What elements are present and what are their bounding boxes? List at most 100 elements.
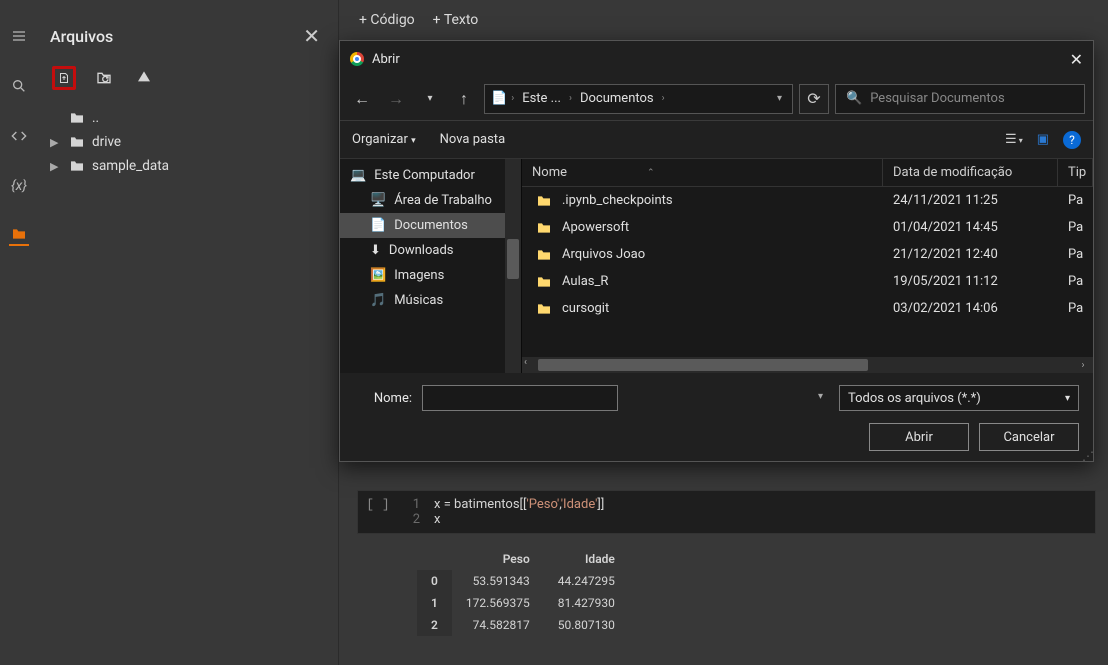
close-icon[interactable]: ✕ — [1070, 50, 1083, 69]
code-line: x — [434, 512, 440, 527]
col-date[interactable]: Data de modificação — [883, 159, 1058, 186]
cancel-button[interactable]: Cancelar — [979, 423, 1079, 451]
nav-tree-label: Imagens — [394, 268, 444, 283]
filename-input[interactable] — [422, 385, 618, 411]
organize-button[interactable]: Organizar ▾ — [352, 132, 416, 147]
music-icon: 🎵 — [370, 293, 386, 308]
list-item[interactable]: .ipynb_checkpoints24/11/2021 11:25Pa — [522, 187, 1093, 214]
cell-run-gutter[interactable]: [ ] — [358, 491, 398, 533]
files-title: Arquivos — [50, 27, 113, 46]
nav-tree-item[interactable]: 🖼️ Imagens — [340, 263, 521, 288]
table-row: 274.58281750.807130 — [417, 614, 629, 636]
breadcrumb[interactable]: 📄 › Este ... › Documentos › ▾ — [484, 84, 793, 114]
add-text-button[interactable]: + Texto — [433, 12, 479, 28]
dialog-toolbar: Organizar ▾ Nova pasta ☰ ▾ ▣ ? — [340, 121, 1093, 159]
tree-row-sampledata[interactable]: ▶ sample_data — [38, 154, 338, 178]
refresh-button[interactable]: ⟳ — [799, 84, 829, 114]
nav-tree-item[interactable]: 📄 Documentos — [340, 213, 521, 238]
new-folder-button[interactable]: Nova pasta — [440, 132, 506, 147]
back-button[interactable]: ← — [348, 85, 376, 113]
code-cell: [ ] 1x = batimentos[['Peso','Idade']]2x … — [357, 490, 1096, 636]
item-date: 03/02/2021 14:06 — [883, 301, 1058, 316]
add-code-button[interactable]: + Código — [359, 12, 415, 28]
output-col: Peso — [452, 548, 544, 570]
folder-icon — [68, 134, 86, 150]
resize-handle[interactable]: ⋰ — [1082, 453, 1091, 459]
item-date: 21/12/2021 12:40 — [883, 247, 1058, 262]
view-mode-button[interactable]: ☰ ▾ — [1005, 132, 1023, 147]
open-file-dialog: Abrir ✕ ← → ▾ ↑ 📄 › Este ... › Documento… — [339, 40, 1094, 462]
doc-icon: 📄 — [370, 218, 386, 233]
dialog-file-list: Nome⌃ Data de modificação Tip .ipynb_che… — [522, 159, 1093, 373]
col-type[interactable]: Tip — [1058, 159, 1093, 186]
code-editor[interactable]: [ ] 1x = batimentos[['Peso','Idade']]2x — [357, 490, 1096, 534]
chrome-icon — [350, 52, 364, 66]
table-row: 053.59134344.247295 — [417, 570, 629, 592]
help-button[interactable]: ? — [1063, 131, 1081, 149]
item-name: Aulas_R — [562, 274, 608, 289]
search-input[interactable]: 🔍 Pesquisar Documentos — [835, 84, 1085, 114]
tree-row-drive[interactable]: ▶ drive — [38, 130, 338, 154]
breadcrumb-segment[interactable]: Este ... — [518, 89, 565, 108]
col-name[interactable]: Nome⌃ — [522, 159, 883, 186]
files-panel: Arquivos ✕ .. ▶ drive ▶ sample_data — [38, 0, 338, 665]
code-icon[interactable] — [9, 126, 29, 146]
folder-icon — [536, 220, 552, 236]
table-row: 1172.56937581.427930 — [417, 592, 629, 614]
scroll-right-icon[interactable]: › — [1075, 357, 1091, 373]
cell-value: 81.427930 — [544, 592, 629, 614]
search-icon: 🔍 — [846, 91, 862, 106]
item-date: 01/04/2021 14:45 — [883, 220, 1058, 235]
menu-icon[interactable] — [9, 26, 29, 46]
open-button[interactable]: Abrir — [869, 423, 969, 451]
pc-icon: 💻 — [350, 168, 366, 183]
desktop-icon: 🖥️ — [370, 193, 386, 208]
chevron-right-icon[interactable]: ▶ — [50, 160, 62, 173]
variables-icon[interactable]: {x} — [9, 176, 29, 196]
scrollbar-thumb[interactable] — [507, 239, 519, 279]
mount-drive-button[interactable] — [132, 66, 156, 90]
tree-label: .. — [92, 110, 99, 126]
scrollbar-track[interactable] — [505, 159, 521, 373]
tree-label: sample_data — [92, 158, 169, 174]
folder-icon[interactable] — [9, 226, 29, 246]
up-button[interactable]: ↑ — [450, 85, 478, 113]
item-type: Pa — [1058, 274, 1093, 289]
tree-label: drive — [92, 134, 121, 150]
close-icon[interactable]: ✕ — [303, 24, 320, 48]
upload-button[interactable] — [52, 66, 76, 90]
nav-tree-item[interactable]: ⬇Downloads — [340, 238, 521, 263]
dialog-nav: ← → ▾ ↑ 📄 › Este ... › Documentos › ▾ ⟳ … — [340, 77, 1093, 121]
nav-tree-item[interactable]: 🎵Músicas — [340, 288, 521, 313]
dialog-titlebar[interactable]: Abrir ✕ — [340, 41, 1093, 77]
down-icon: ⬇ — [370, 243, 381, 258]
files-toolbar — [38, 66, 338, 104]
tree-row-up[interactable]: .. — [38, 106, 338, 130]
list-item[interactable]: cursogit03/02/2021 14:06Pa — [522, 295, 1093, 322]
breadcrumb-segment[interactable]: Documentos — [576, 89, 658, 108]
chevron-down-icon[interactable]: ▾ — [818, 391, 823, 402]
output-table: PesoIdade053.59134344.2472951172.5693758… — [417, 548, 629, 636]
scrollbar-thumb[interactable] — [538, 359, 868, 371]
img-icon: 🖼️ — [370, 268, 386, 283]
line-number: 1 — [398, 497, 420, 512]
list-item[interactable]: Apowersoft01/04/2021 14:45Pa — [522, 214, 1093, 241]
nav-tree-label: Documentos — [394, 218, 468, 233]
list-item[interactable]: Arquivos Joao21/12/2021 12:40Pa — [522, 241, 1093, 268]
refresh-button[interactable] — [92, 66, 116, 90]
forward-button[interactable]: → — [382, 85, 410, 113]
item-date: 24/11/2021 11:25 — [883, 193, 1058, 208]
chevron-right-icon[interactable]: ▶ — [50, 136, 62, 149]
chevron-down-icon[interactable]: ▾ — [773, 89, 786, 108]
scrollbar-track[interactable]: ‹ › — [522, 357, 1093, 373]
main-area: + Código + Texto Abrir ✕ ← → ▾ ↑ 📄 › Est… — [338, 0, 1108, 665]
filetype-filter[interactable]: Todos os arquivos (*.*) ▾ — [839, 385, 1079, 411]
nav-tree-item[interactable]: 💻Este Computador — [340, 163, 521, 188]
search-icon[interactable] — [9, 76, 29, 96]
cell-value: 74.582817 — [452, 614, 544, 636]
preview-pane-button[interactable]: ▣ — [1037, 132, 1049, 147]
nav-tree-item[interactable]: 🖥️Área de Trabalho — [340, 188, 521, 213]
list-item[interactable]: Aulas_R19/05/2021 11:12Pa — [522, 268, 1093, 295]
history-dropdown[interactable]: ▾ — [416, 85, 444, 113]
row-index: 0 — [417, 570, 452, 592]
